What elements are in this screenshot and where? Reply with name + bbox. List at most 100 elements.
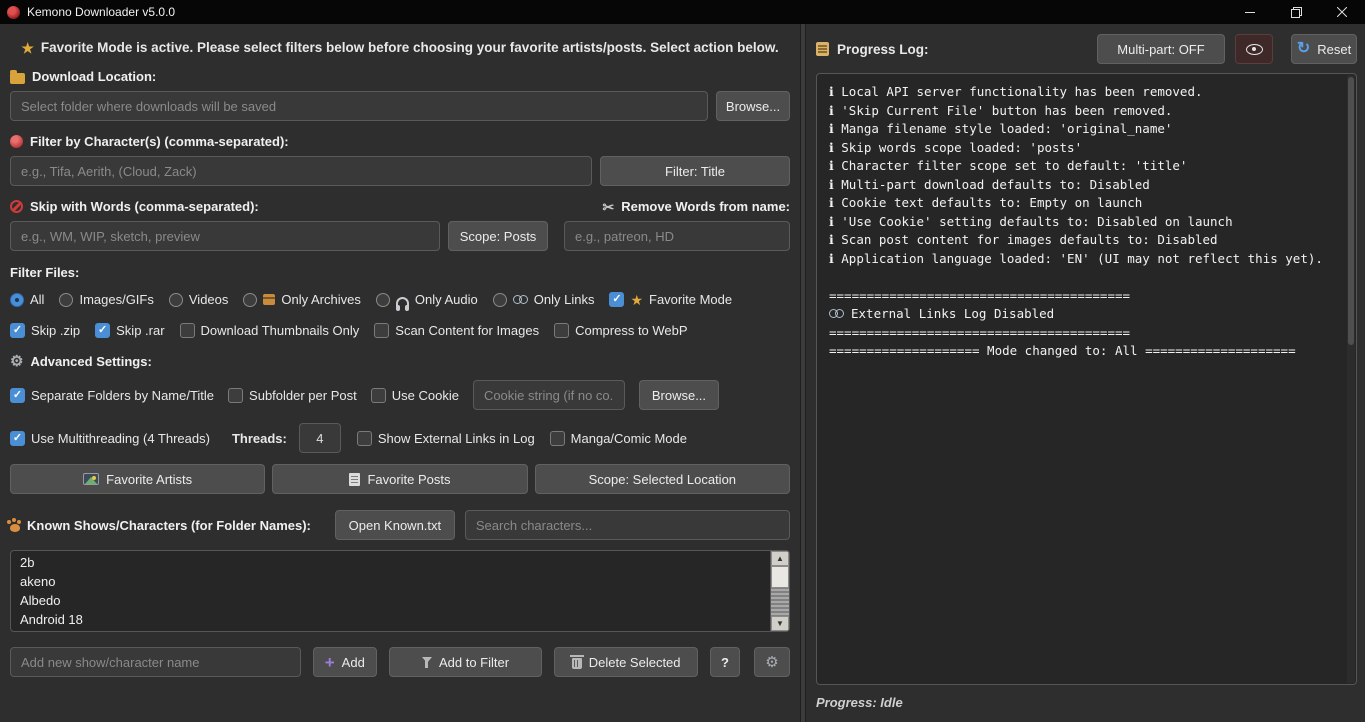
checkbox-skip-zip[interactable]: Skip .zip (10, 323, 80, 338)
checkbox-mark[interactable] (554, 323, 569, 338)
reset-button[interactable]: Reset (1291, 34, 1357, 64)
character-list-item[interactable]: akeno (11, 572, 789, 591)
checkbox-mark[interactable] (609, 292, 624, 307)
eye-toggle-button[interactable] (1235, 34, 1273, 64)
checkbox-mark[interactable] (228, 388, 243, 403)
radio-all[interactable]: All (10, 292, 44, 307)
trash-icon (572, 658, 582, 669)
checkbox-mark[interactable] (10, 431, 25, 446)
option-label: Use Cookie (392, 388, 459, 403)
skip-scope-button[interactable]: Scope: Posts (448, 221, 548, 251)
checkbox-download-thumbnails-only[interactable]: Download Thumbnails Only (180, 323, 360, 338)
checkbox-use-multithreading-4-threads[interactable]: Use Multithreading (4 Threads) (10, 431, 210, 446)
add-character-button[interactable]: Add (313, 647, 377, 677)
log-scrollbar[interactable] (1347, 75, 1355, 683)
image-icon (83, 473, 99, 485)
checkbox-use-cookie[interactable]: Use Cookie (371, 388, 459, 403)
character-list[interactable]: 2bakenoAlbedoAndroid 18Android 21 (10, 550, 790, 632)
radio-images-gifs[interactable]: Images/GIFs (59, 292, 153, 307)
headphones-icon (396, 297, 409, 307)
checkbox-mark[interactable] (371, 388, 386, 403)
delete-selected-button[interactable]: Delete Selected (554, 647, 698, 677)
scrollbar-thumb[interactable] (771, 566, 789, 588)
skip-words-input[interactable] (10, 221, 440, 251)
checkbox-favorite-mode[interactable]: Favorite Mode (609, 292, 732, 307)
checkbox-scan-content-for-images[interactable]: Scan Content for Images (374, 323, 539, 338)
download-location-input[interactable] (10, 91, 708, 121)
multipart-toggle-button[interactable]: Multi-part: OFF (1097, 34, 1225, 64)
folder-icon (10, 73, 25, 84)
cookie-string-input[interactable] (473, 380, 625, 410)
advanced-settings-label: Advanced Settings: (10, 354, 790, 369)
star-icon (21, 41, 34, 55)
checkbox-separate-folders-by-name-title[interactable]: Separate Folders by Name/Title (10, 388, 214, 403)
option-label: Skip .zip (31, 323, 80, 338)
option-label: Only Links (534, 292, 595, 307)
radio-only-links[interactable]: Only Links (493, 292, 595, 307)
character-list-item[interactable]: Android 21 (11, 629, 789, 632)
favorite-artists-button[interactable]: Favorite Artists (10, 464, 265, 494)
help-button[interactable]: ? (710, 647, 740, 677)
character-list-item[interactable]: Android 18 (11, 610, 789, 629)
open-known-txt-button[interactable]: Open Known.txt (335, 510, 455, 540)
window-controls (1227, 0, 1365, 24)
character-list-item[interactable]: Albedo (11, 591, 789, 610)
character-list-scrollbar[interactable] (770, 551, 789, 631)
radio-mark[interactable] (493, 293, 507, 307)
close-button[interactable] (1319, 0, 1365, 24)
minimize-button[interactable] (1227, 0, 1273, 24)
character-search-input[interactable] (465, 510, 790, 540)
checkbox-skip-rar[interactable]: Skip .rar (95, 323, 164, 338)
maximize-button[interactable] (1273, 0, 1319, 24)
checkbox-show-external-links-in-log[interactable]: Show External Links in Log (357, 431, 535, 446)
progress-log-output[interactable]: ℹ Local API server functionality has bee… (816, 73, 1357, 685)
scroll-up-button[interactable] (771, 551, 789, 566)
remove-words-input[interactable] (564, 221, 790, 251)
option-label: Download Thumbnails Only (201, 323, 360, 338)
radio-mark[interactable] (243, 293, 257, 307)
checkbox-mark[interactable] (374, 323, 389, 338)
checkbox-manga-comic-mode[interactable]: Manga/Comic Mode (550, 431, 687, 446)
checkbox-mark[interactable] (10, 323, 25, 338)
browse-cookie-button[interactable]: Browse... (639, 380, 719, 410)
radio-only-archives[interactable]: Only Archives (243, 292, 360, 307)
checkbox-mark[interactable] (180, 323, 195, 338)
checkbox-mark[interactable] (10, 388, 25, 403)
filter-scope-button[interactable]: Filter: Title (600, 156, 790, 186)
document-icon (349, 473, 360, 486)
log-line: ℹ Application language loaded: 'EN' (UI … (829, 250, 1344, 269)
add-to-filter-button[interactable]: Add to Filter (389, 647, 543, 677)
radio-mark[interactable] (376, 293, 390, 307)
settings-gear-icon (765, 655, 778, 670)
checkbox-mark[interactable] (357, 431, 372, 446)
radio-mark[interactable] (169, 293, 183, 307)
character-list-item[interactable]: 2b (11, 553, 789, 572)
log-line: ℹ Cookie text defaults to: Empty on laun… (829, 194, 1344, 213)
minimize-icon (1245, 7, 1255, 17)
checkbox-mark[interactable] (95, 323, 110, 338)
checkbox-subfolder-per-post[interactable]: Subfolder per Post (228, 388, 357, 403)
radio-videos[interactable]: Videos (169, 292, 229, 307)
scissors-icon (602, 200, 614, 214)
favorite-posts-button[interactable]: Favorite Posts (272, 464, 527, 494)
character-filter-input[interactable] (10, 156, 592, 186)
settings-button[interactable] (754, 647, 790, 677)
radio-mark[interactable] (59, 293, 73, 307)
scroll-down-button[interactable] (771, 616, 789, 631)
checkbox-mark[interactable] (550, 431, 565, 446)
option-label: Favorite Mode (649, 292, 732, 307)
scope-selected-location-button[interactable]: Scope: Selected Location (535, 464, 790, 494)
radio-mark[interactable] (10, 293, 24, 307)
no-entry-icon (10, 200, 23, 213)
checkbox-compress-to-webp[interactable]: Compress to WebP (554, 323, 687, 338)
log-line: ℹ Multi-part download defaults to: Disab… (829, 176, 1344, 195)
option-label: Compress to WebP (575, 323, 687, 338)
threads-input[interactable] (299, 423, 341, 453)
option-label: Subfolder per Post (249, 388, 357, 403)
advanced-settings-label-text: Advanced Settings: (30, 354, 151, 369)
radio-only-audio[interactable]: Only Audio (376, 292, 478, 307)
browse-download-button[interactable]: Browse... (716, 91, 790, 121)
add-character-input[interactable] (10, 647, 301, 677)
plus-icon (325, 654, 335, 671)
reset-icon (1297, 41, 1310, 57)
